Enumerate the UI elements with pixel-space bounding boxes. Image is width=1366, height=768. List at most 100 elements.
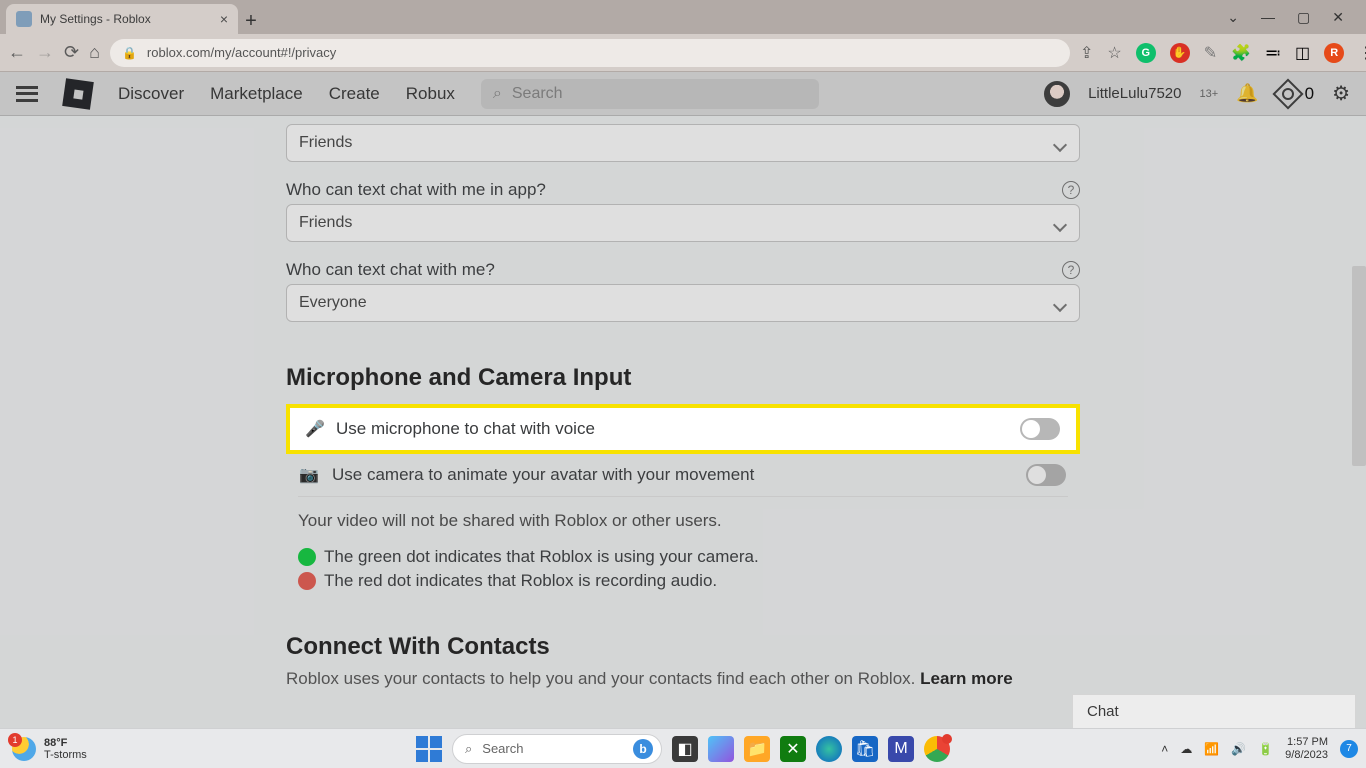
nav-robux[interactable]: Robux — [406, 84, 455, 104]
robux-icon — [1272, 78, 1303, 109]
maximize-icon[interactable]: ▢ — [1297, 9, 1310, 26]
close-icon[interactable]: × — [220, 11, 228, 27]
adblock-extension-icon[interactable]: ✋ — [1170, 43, 1190, 63]
chrome-icon[interactable] — [924, 736, 950, 762]
select-text-chat[interactable]: Everyone — [286, 284, 1080, 322]
reload-button[interactable]: ⟳ — [64, 42, 79, 63]
app-icon[interactable]: M — [888, 736, 914, 762]
help-icon[interactable]: ? — [1062, 181, 1080, 199]
user-avatar[interactable] — [1044, 81, 1070, 107]
username-label[interactable]: LittleLulu7520 — [1088, 85, 1181, 102]
minimize-icon[interactable]: ― — [1261, 9, 1275, 25]
camera-avatar-row: 📷 Use camera to animate your avatar with… — [298, 454, 1068, 497]
chevron-down-icon[interactable]: ⌄ — [1227, 9, 1239, 26]
onedrive-icon[interactable]: ☁ — [1180, 742, 1192, 756]
bing-icon: b — [633, 739, 653, 759]
search-placeholder: Search — [512, 85, 563, 103]
select-value: Friends — [299, 214, 352, 232]
home-button[interactable]: ⌂ — [89, 42, 100, 63]
roblox-search-input[interactable]: ⌕ Search — [481, 79, 819, 109]
grammarly-extension-icon[interactable]: G — [1136, 43, 1156, 63]
robux-count: 0 — [1305, 84, 1314, 104]
file-explorer-icon[interactable]: 📁 — [744, 736, 770, 762]
weather-icon — [12, 737, 36, 761]
battery-icon[interactable]: 🔋 — [1258, 742, 1273, 756]
cam-label: Use camera to animate your avatar with y… — [332, 465, 1012, 485]
settings-page: Friends Who can text chat with me in app… — [0, 116, 1366, 728]
nav-discover[interactable]: Discover — [118, 84, 184, 104]
taskbar-search-placeholder: Search — [482, 741, 523, 756]
question-text-chat: Who can text chat with me? — [286, 260, 495, 280]
forward-button[interactable]: → — [36, 42, 54, 63]
green-dot-icon — [298, 548, 316, 566]
cam-toggle[interactable] — [1026, 464, 1066, 486]
camera-icon: 📷 — [300, 466, 318, 484]
new-tab-button[interactable]: + — [238, 8, 264, 34]
chat-widget[interactable]: Chat — [1072, 694, 1356, 728]
green-dot-note: The green dot indicates that Roblox is u… — [324, 547, 759, 567]
red-dot-icon — [298, 572, 316, 590]
chat-label: Chat — [1087, 703, 1119, 720]
weather-cond: T-storms — [44, 749, 87, 761]
search-icon: ⌕ — [465, 741, 472, 757]
browser-toolbar: ← → ⟳ ⌂ 🔒 roblox.com/my/account#!/privac… — [0, 34, 1366, 72]
reading-list-icon[interactable]: ≕ — [1265, 43, 1281, 63]
select-value: Everyone — [299, 294, 367, 312]
side-panel-icon[interactable]: ◫ — [1295, 43, 1310, 63]
extension-icon[interactable]: ✎ — [1204, 43, 1217, 63]
bookmark-icon[interactable]: ☆ — [1107, 43, 1121, 63]
edge-icon[interactable] — [816, 736, 842, 762]
extensions-puzzle-icon[interactable]: 🧩 — [1231, 43, 1251, 63]
section-title-connect-contacts: Connect With Contacts — [286, 633, 1080, 661]
select-value: Friends — [299, 134, 352, 152]
learn-more-link[interactable]: Learn more — [920, 669, 1013, 688]
window-controls: ⌄ ― ▢ ✕ — [1205, 0, 1366, 34]
task-view-icon[interactable]: ◧ — [672, 736, 698, 762]
tab-favicon — [16, 11, 32, 27]
tray-chevron-icon[interactable]: ˄ — [1161, 742, 1168, 756]
store-icon[interactable]: 🛍 — [852, 736, 878, 762]
video-share-note: Your video will not be shared with Roblo… — [286, 497, 1080, 531]
select-text-chat-in-app[interactable]: Friends — [286, 204, 1080, 242]
lock-icon: 🔒 — [122, 46, 137, 60]
browser-tab[interactable]: My Settings - Roblox × — [6, 4, 238, 34]
connect-contacts-desc: Roblox uses your contacts to help you an… — [286, 669, 1080, 689]
url-text: roblox.com/my/account#!/privacy — [147, 45, 336, 60]
scrollbar-thumb[interactable] — [1352, 266, 1366, 466]
tab-title: My Settings - Roblox — [40, 12, 151, 26]
xbox-icon[interactable]: ✕ — [780, 736, 806, 762]
taskbar-weather[interactable]: 88°F T-storms — [0, 737, 99, 761]
mic-label: Use microphone to chat with voice — [336, 419, 1020, 439]
windows-taskbar: 88°F T-storms ⌕ Search b ◧ 📁 ✕ 🛍 M ˄ ☁ 📶… — [0, 728, 1366, 768]
nav-create[interactable]: Create — [329, 84, 380, 104]
nav-marketplace[interactable]: Marketplace — [210, 84, 303, 104]
profile-avatar[interactable]: R — [1324, 43, 1344, 63]
settings-gear-icon[interactable]: ⚙ — [1332, 81, 1350, 106]
section-title-mic-camera: Microphone and Camera Input — [286, 364, 1080, 392]
back-button[interactable]: ← — [8, 42, 26, 63]
browser-titlebar: My Settings - Roblox × + ⌄ ― ▢ ✕ — [0, 0, 1366, 34]
roblox-header: Discover Marketplace Create Robux ⌕ Sear… — [0, 72, 1366, 116]
mic-toggle[interactable] — [1020, 418, 1060, 440]
start-button[interactable] — [416, 736, 442, 762]
kebab-menu-icon[interactable]: ⋮ — [1358, 43, 1366, 63]
roblox-logo[interactable] — [62, 78, 94, 110]
taskbar-clock[interactable]: 1:57 PM 9/8/2023 — [1285, 736, 1328, 761]
notifications-bell-icon[interactable]: 🔔 — [1236, 83, 1258, 104]
help-icon[interactable]: ? — [1062, 261, 1080, 279]
volume-icon[interactable]: 🔊 — [1231, 742, 1246, 756]
close-window-icon[interactable]: ✕ — [1332, 9, 1344, 26]
microphone-icon: 🎤 — [306, 420, 324, 438]
robux-balance[interactable]: 0 — [1277, 83, 1314, 105]
address-bar[interactable]: 🔒 roblox.com/my/account#!/privacy — [110, 39, 1070, 67]
hamburger-menu-icon[interactable] — [16, 86, 38, 102]
notification-badge[interactable]: 7 — [1340, 740, 1358, 758]
age-badge: 13+ — [1200, 88, 1219, 100]
weather-temp: 88°F — [44, 737, 87, 749]
taskbar-search-input[interactable]: ⌕ Search b — [452, 734, 662, 764]
share-icon[interactable]: ⇪ — [1080, 43, 1093, 63]
wifi-icon[interactable]: 📶 — [1204, 742, 1219, 756]
select-who-can-invite[interactable]: Friends — [286, 124, 1080, 162]
search-icon: ⌕ — [493, 85, 502, 103]
copilot-icon[interactable] — [708, 736, 734, 762]
